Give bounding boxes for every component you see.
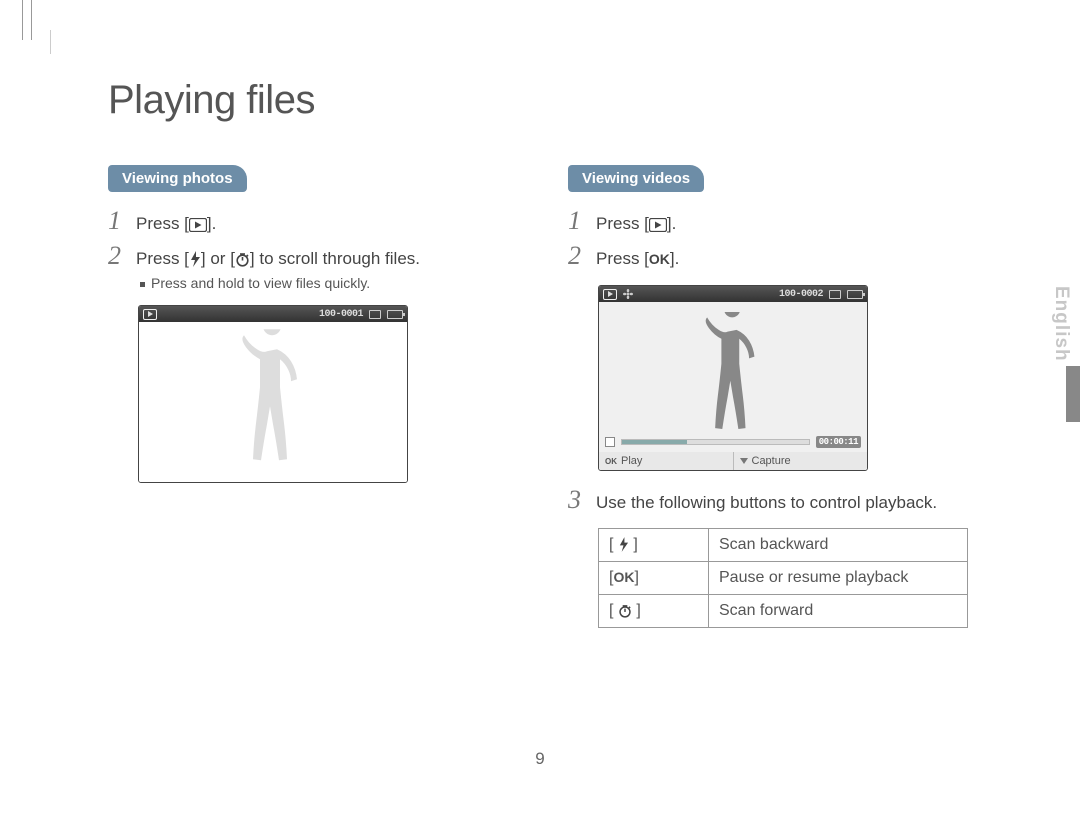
- video-progress: 00:00:11: [605, 436, 861, 448]
- step-number: 1: [568, 208, 596, 234]
- step-text: Use the following buttons to control pla…: [596, 490, 937, 516]
- section-heading-videos: Viewing videos: [568, 165, 704, 192]
- playback-mode-icon: [603, 289, 617, 300]
- timer-icon: [618, 604, 632, 618]
- flower-icon: [623, 289, 633, 299]
- down-icon: [740, 458, 748, 464]
- videos-step-3: 3 Use the following buttons to control p…: [568, 487, 968, 516]
- language-side-tab: English: [1046, 280, 1080, 420]
- step-number: 2: [108, 243, 136, 269]
- step-number: 2: [568, 243, 596, 269]
- page-content: Playing files Viewing photos 1 Press [].…: [108, 78, 968, 628]
- section-heading-photos: Viewing photos: [108, 165, 247, 192]
- page-crop-marks: [22, 0, 32, 40]
- playback-mode-icon: [143, 309, 157, 320]
- person-silhouette: [701, 312, 765, 437]
- battery-icon: [387, 310, 403, 319]
- controls-table: [ ] Scan backward [OK] Pause or resume p…: [598, 528, 968, 628]
- video-screen-figure: 100-0002 00:00:11 OK: [598, 285, 868, 471]
- step-number: 3: [568, 487, 596, 513]
- ok-icon: OK: [649, 249, 670, 270]
- video-screen-statusbar: 100-0002: [599, 286, 867, 302]
- file-counter: 100-0001: [319, 309, 363, 320]
- video-screen-bottombar: OK Play Capture: [599, 452, 867, 470]
- photos-step-2: 2 Press [] or [] to scroll through files…: [108, 243, 508, 272]
- page-title: Playing files: [108, 78, 968, 123]
- photo-screen-figure: 100-0001: [138, 305, 408, 483]
- step-text: Press [OK].: [596, 246, 679, 272]
- step-number: 1: [108, 208, 136, 234]
- flash-icon: [189, 251, 201, 267]
- ok-icon: OK: [605, 457, 617, 466]
- card-icon: [369, 310, 381, 319]
- step-text: Press [].: [596, 211, 676, 237]
- control-button-cell: [ ]: [599, 528, 709, 561]
- column-photos: Viewing photos 1 Press []. 2 Press [] or…: [108, 165, 508, 628]
- column-videos: Viewing videos 1 Press []. 2 Press [OK].: [568, 165, 968, 628]
- page-number: 9: [535, 749, 544, 769]
- playback-icon: [189, 218, 207, 232]
- table-row: [ ] Scan forward: [599, 594, 968, 627]
- bottom-play-hint: OK Play: [599, 452, 733, 470]
- stop-icon: [605, 437, 615, 447]
- videos-step-2: 2 Press [OK].: [568, 243, 968, 272]
- file-counter: 100-0002: [779, 289, 823, 300]
- flash-icon: [618, 537, 629, 552]
- photos-step-1: 1 Press [].: [108, 208, 508, 237]
- photos-note: Press and hold to view files quickly.: [140, 275, 508, 291]
- table-row: [ ] Scan backward: [599, 528, 968, 561]
- person-silhouette: [238, 329, 308, 469]
- bullet-icon: [140, 282, 145, 287]
- control-button-cell: [OK]: [599, 561, 709, 594]
- language-label: English: [1050, 286, 1072, 362]
- timer-icon: [235, 252, 250, 267]
- step-text: Press [] or [] to scroll through files.: [136, 246, 420, 272]
- battery-icon: [847, 290, 863, 299]
- table-row: [OK] Pause or resume playback: [599, 561, 968, 594]
- photo-screen-body: [139, 322, 407, 482]
- control-desc-cell: Scan forward: [709, 594, 968, 627]
- bottom-capture-hint: Capture: [733, 452, 868, 470]
- video-screen-body: 00:00:11: [599, 302, 867, 452]
- photo-screen-statusbar: 100-0001: [139, 306, 407, 322]
- control-desc-cell: Scan backward: [709, 528, 968, 561]
- page-margin-mark: [50, 30, 68, 54]
- videos-step-1: 1 Press [].: [568, 208, 968, 237]
- control-desc-cell: Pause or resume playback: [709, 561, 968, 594]
- card-icon: [829, 290, 841, 299]
- step-text: Press [].: [136, 211, 216, 237]
- ok-icon: OK: [613, 569, 634, 585]
- playback-icon: [649, 218, 667, 232]
- side-tab-marker: [1066, 366, 1080, 422]
- progress-bar: [621, 439, 810, 445]
- timecode: 00:00:11: [816, 436, 861, 448]
- control-button-cell: [ ]: [599, 594, 709, 627]
